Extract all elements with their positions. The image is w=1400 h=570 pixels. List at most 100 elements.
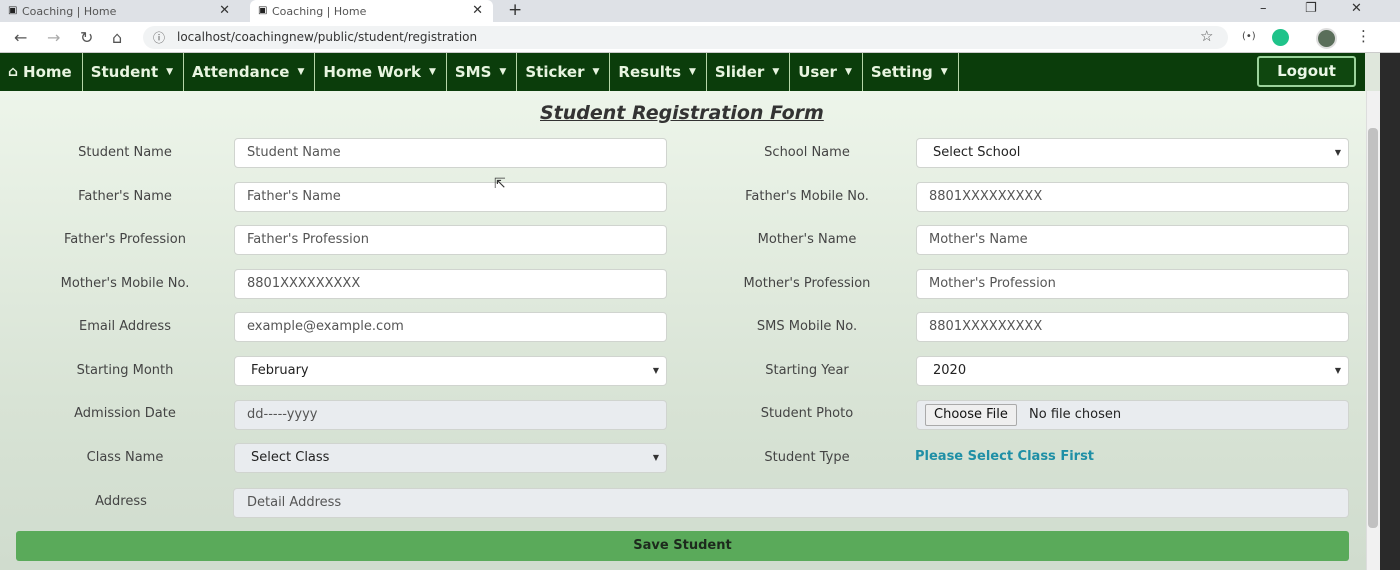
sms-mobile-label: SMS Mobile No.: [756, 319, 858, 334]
nav-label: Results: [618, 63, 681, 81]
caret-down-icon: ▼: [166, 67, 174, 77]
address-input[interactable]: Detail Address: [233, 488, 1349, 518]
forward-arrow-icon[interactable]: →: [47, 28, 60, 47]
nav-setting[interactable]: Setting ▼: [863, 53, 959, 91]
nav-sticker[interactable]: Sticker ▼: [517, 53, 611, 91]
bookmark-star-icon[interactable]: ☆: [1200, 27, 1213, 45]
home-page-icon[interactable]: ⌂: [112, 28, 122, 47]
student-photo-input[interactable]: Choose File No file chosen: [916, 400, 1349, 430]
back-arrow-icon[interactable]: ←: [14, 28, 27, 47]
mouse-cursor-icon: ⇱: [494, 176, 506, 192]
student-photo-label: Student Photo: [760, 406, 854, 421]
close-tab-icon[interactable]: ✕: [472, 3, 483, 18]
caret-down-icon: ▼: [592, 67, 600, 77]
mothers-profession-input[interactable]: Mother's Profession: [916, 269, 1349, 299]
nav-label: Setting: [870, 63, 933, 81]
nav-home-work[interactable]: Home Work ▼: [315, 53, 447, 91]
starting-month-label: Starting Month: [76, 363, 174, 378]
window-edge: [1380, 53, 1400, 570]
student-type-label: Student Type: [764, 450, 850, 465]
profile-avatar[interactable]: [1316, 28, 1337, 49]
nav-label: SMS: [454, 63, 492, 81]
cast-icon[interactable]: (•): [1242, 31, 1256, 42]
home-icon: ⌂: [8, 64, 19, 80]
student-type-message: Please Select Class First: [915, 449, 1095, 464]
caret-down-icon: ▼: [499, 67, 507, 77]
nav-results[interactable]: Results ▼: [610, 53, 707, 91]
url-text: localhost/coachingnew/public/student/reg…: [177, 30, 478, 44]
caret-down-icon: ▼: [844, 67, 852, 77]
email-label: Email Address: [79, 319, 171, 334]
browser-toolbar: ← → ↻ ⌂ ⓘ localhost/coachingnew/public/s…: [0, 22, 1400, 53]
admission-date-input[interactable]: dd-----yyyy: [234, 400, 667, 430]
fathers-name-label: Father's Name: [78, 189, 172, 204]
school-name-label: School Name: [764, 145, 850, 160]
main-nav: ⌂ Home Student ▼ Attendance ▼ Home Work …: [0, 53, 1365, 91]
fathers-profession-input[interactable]: Father's Profession: [234, 225, 667, 255]
sms-mobile-input[interactable]: 8801XXXXXXXXX: [916, 312, 1349, 342]
scrollbar-thumb[interactable]: [1368, 128, 1378, 528]
close-tab-icon[interactable]: ✕: [219, 3, 230, 18]
nav-label: Home: [23, 63, 72, 81]
save-student-button[interactable]: Save Student: [16, 531, 1349, 561]
nav-label: Sticker: [525, 63, 585, 81]
file-status: No file chosen: [1029, 407, 1122, 422]
starting-year-label: Starting Year: [765, 363, 849, 378]
address-label: Address: [95, 494, 147, 509]
nav-slider[interactable]: Slider ▼: [707, 53, 791, 91]
school-select[interactable]: Select School ▼: [916, 138, 1349, 168]
nav-sms[interactable]: SMS ▼: [447, 53, 518, 91]
mothers-profession-label: Mother's Profession: [743, 276, 871, 291]
class-name-label: Class Name: [86, 450, 164, 465]
fathers-mobile-input[interactable]: 8801XXXXXXXXX: [916, 182, 1349, 212]
caret-down-icon: ▼: [772, 67, 780, 77]
menu-kebab-icon[interactable]: ⋮: [1356, 27, 1371, 45]
restore-button[interactable]: ❐: [1305, 0, 1317, 18]
tab-title: Coaching | Home: [22, 4, 117, 18]
starting-year-value: 2020: [933, 363, 967, 378]
nav-student[interactable]: Student ▼: [83, 53, 185, 91]
caret-down-icon: ▼: [428, 67, 436, 77]
browser-tab[interactable]: ▣ Coaching | Home ✕: [0, 0, 240, 22]
class-select-value: Select Class: [251, 450, 330, 465]
nav-label: Slider: [714, 63, 765, 81]
nav-label: User: [798, 63, 837, 81]
address-bar[interactable]: ⓘ localhost/coachingnew/public/student/r…: [143, 26, 1228, 49]
caret-down-icon: ▼: [297, 67, 305, 77]
tab-title: Coaching | Home: [272, 4, 367, 18]
fathers-mobile-label: Father's Mobile No.: [745, 189, 869, 204]
fathers-name-input[interactable]: Father's Name: [234, 182, 667, 212]
book-icon: ▣: [8, 5, 18, 16]
browser-tab-active[interactable]: ▣ Coaching | Home ✕: [250, 0, 493, 22]
starting-month-select[interactable]: February ▼: [234, 356, 667, 386]
class-select[interactable]: Select Class ▼: [234, 443, 667, 473]
chevron-down-icon: ▼: [1334, 366, 1341, 375]
mothers-name-label: Mother's Name: [757, 232, 857, 247]
reload-icon[interactable]: ↻: [80, 28, 93, 47]
mothers-name-input[interactable]: Mother's Name: [916, 225, 1349, 255]
chevron-down-icon: ▼: [1334, 148, 1341, 157]
fathers-profession-label: Father's Profession: [64, 232, 186, 247]
browser-tab-strip: ▣ Coaching | Home ✕ ▣ Coaching | Home ✕ …: [0, 0, 1400, 22]
student-name-input[interactable]: Student Name: [234, 138, 667, 168]
mothers-mobile-label: Mother's Mobile No.: [60, 276, 190, 291]
nav-label: Attendance: [192, 63, 290, 81]
minimize-button[interactable]: –: [1260, 0, 1267, 18]
info-icon[interactable]: ⓘ: [153, 29, 165, 46]
email-input[interactable]: example@example.com: [234, 312, 667, 342]
chevron-down-icon: ▼: [652, 366, 659, 375]
student-name-label: Student Name: [78, 145, 172, 160]
nav-attendance[interactable]: Attendance ▼: [184, 53, 316, 91]
school-select-value: Select School: [933, 145, 1021, 160]
admission-date-label: Admission Date: [74, 406, 176, 421]
nav-user[interactable]: User ▼: [790, 53, 863, 91]
nav-home[interactable]: ⌂ Home: [0, 53, 83, 91]
new-tab-button[interactable]: +: [508, 0, 522, 20]
choose-file-button[interactable]: Choose File: [925, 404, 1017, 426]
close-window-button[interactable]: ✕: [1351, 0, 1362, 18]
extension-icon[interactable]: [1272, 29, 1289, 46]
mothers-mobile-input[interactable]: 8801XXXXXXXXX: [234, 269, 667, 299]
starting-month-value: February: [251, 363, 309, 378]
logout-button[interactable]: Logout: [1257, 56, 1356, 87]
starting-year-select[interactable]: 2020 ▼: [916, 356, 1349, 386]
